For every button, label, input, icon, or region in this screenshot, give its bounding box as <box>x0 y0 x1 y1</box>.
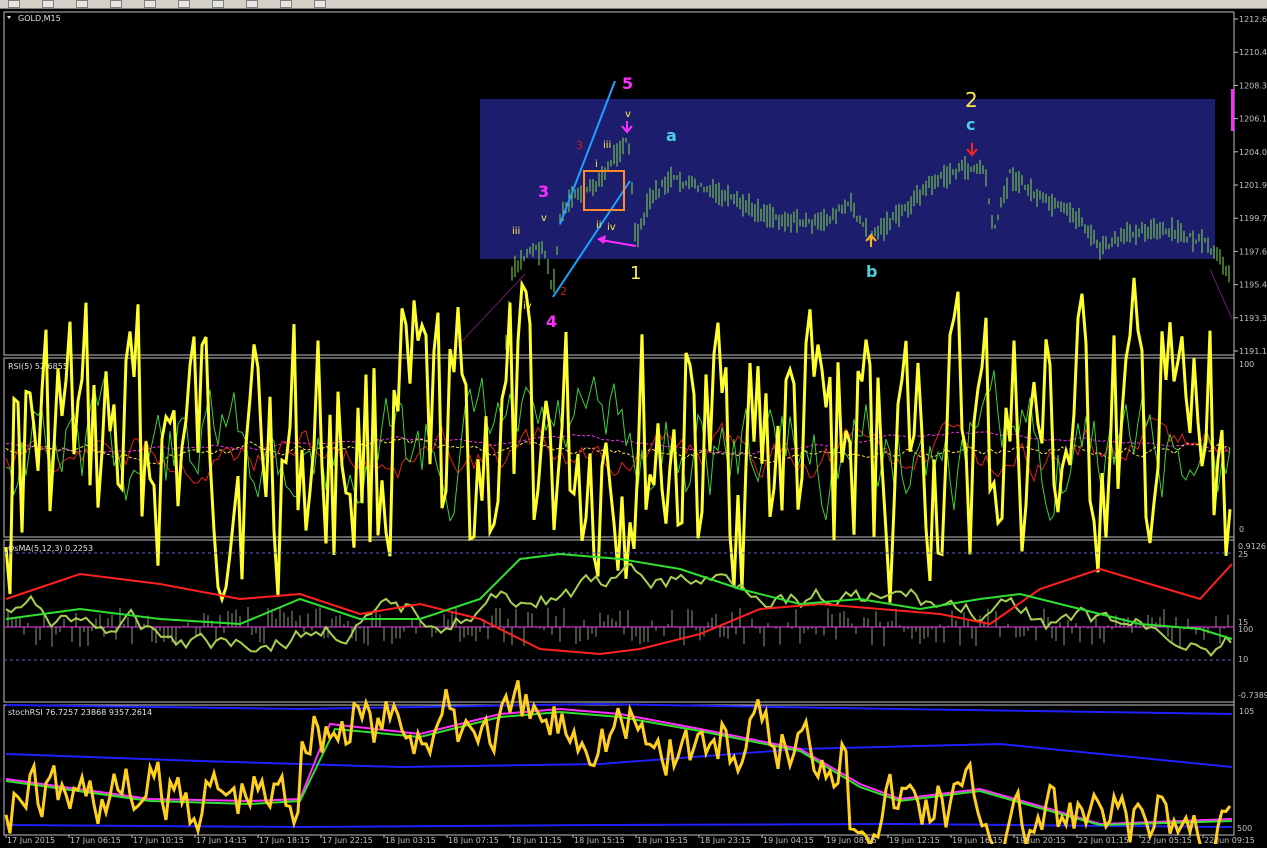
price-tick-label: 1206.1 <box>1239 115 1267 124</box>
subwave-label-ii-b: ii <box>596 220 602 231</box>
price-tick-label: 1197.6 <box>1239 247 1267 256</box>
navigator-icon[interactable] <box>280 0 292 8</box>
time-tick-label: 18 Jun 19:15 <box>637 836 688 844</box>
stochrsi-pane-title: stochRSI 76.7257 23868 9357.2614 <box>8 708 152 717</box>
save-icon[interactable] <box>110 0 122 8</box>
subwave-label-iii-b: iii <box>603 140 611 151</box>
time-tick-label: 18 Jun 03:15 <box>385 836 436 844</box>
stoch-band-mid <box>5 742 1233 769</box>
chart-area[interactable]: GOLD,M15 5 3 4 1 2 a b c 3 2 iii iv v i … <box>0 9 1267 848</box>
time-tick-label: 17 Jun 10:15 <box>133 836 184 844</box>
time-tick-label: 17 Jun 14:15 <box>196 836 247 844</box>
stoch-scale-top: 105 <box>1239 707 1254 716</box>
price-tick-label: 1193.3 <box>1239 314 1267 323</box>
rsi-pane[interactable]: RSI(5) 52.6855 100 0 <box>4 277 1254 604</box>
wave-label-2: 2 <box>965 88 978 112</box>
time-tick-label: 17 Jun 2015 <box>7 836 55 844</box>
wave-label-3: 3 <box>538 182 549 201</box>
rsi-green-ma <box>5 370 1231 523</box>
stoch-scale-bottom: 500 <box>1237 824 1252 833</box>
chart-canvas[interactable]: GOLD,M15 5 3 4 1 2 a b c 3 2 iii iv v i … <box>0 9 1267 848</box>
time-tick-label: 22 Jun 01:15 <box>1078 836 1129 844</box>
price-tick-label: 1210.4 <box>1239 48 1267 57</box>
price-tick-label: 1195.4 <box>1239 281 1267 290</box>
wave-label-4: 4 <box>546 312 557 331</box>
time-tick-label: 19 Jun 12:15 <box>889 836 940 844</box>
rsi-scale-top: 100 <box>1239 360 1254 369</box>
chart-toolbar <box>0 0 1267 9</box>
analysis-box <box>480 99 1215 259</box>
time-tick-label: 19 Jun 04:15 <box>763 836 814 844</box>
time-tick-label: 18 Jun 07:15 <box>448 836 499 844</box>
price-pane[interactable]: GOLD,M15 5 3 4 1 2 a b c 3 2 iii iv v i … <box>7 14 1267 356</box>
time-tick-label: 22 Jun 09:15 <box>1204 836 1255 844</box>
zoom-out-icon[interactable] <box>212 0 224 8</box>
subwave-label-3: 3 <box>576 139 583 152</box>
wave-label-c: c <box>966 115 975 134</box>
osma-signal-line <box>5 562 1232 657</box>
market-watch-icon[interactable] <box>314 0 326 8</box>
price-tick-label: 1212.6 <box>1239 15 1267 24</box>
osma-pane-title: OsMA(5,12,3) 0.2253 <box>8 544 93 553</box>
wave-label-1: 1 <box>630 263 641 284</box>
price-tick-label: 1201.9 <box>1239 181 1267 190</box>
subwave-label-2: 2 <box>560 285 567 298</box>
time-tick-label: 17 Jun 06:15 <box>70 836 121 844</box>
rsi-scale-bottom: 0 <box>1239 525 1244 534</box>
time-tick-label: 19 Jun 08:15 <box>826 836 877 844</box>
subwave-label-v-a: v <box>541 213 547 224</box>
subwave-label-iv-b: iv <box>607 222 616 233</box>
time-tick-label: 18 Jun 11:15 <box>511 836 562 844</box>
rsi-lines <box>4 277 1232 604</box>
price-tick-label: 1191.1 <box>1239 347 1267 356</box>
time-tick-label: 18 Jun 15:15 <box>574 836 625 844</box>
zoom-in-icon[interactable] <box>178 0 190 8</box>
subwave-label-iii-a: iii <box>512 226 520 237</box>
price-tick-label: 1199.7 <box>1239 214 1267 223</box>
time-tick-label: 19 Jun 16:15 <box>952 836 1003 844</box>
price-marker <box>1231 89 1234 131</box>
osma-scale-5: -0.7389 <box>1238 691 1267 700</box>
price-tick-label: 1204.0 <box>1239 148 1267 157</box>
wave-label-b: b <box>866 262 877 281</box>
wave-label-a: a <box>666 126 677 145</box>
open-icon[interactable] <box>76 0 88 8</box>
time-tick-label: 17 Jun 22:15 <box>322 836 373 844</box>
subwave-label-i-b: i <box>595 159 598 170</box>
osma-pane[interactable]: OsMA(5,12,3) 0.2253 0.9126 25 15 100 10 … <box>4 542 1267 700</box>
print-icon[interactable] <box>144 0 156 8</box>
profiles-icon[interactable] <box>42 0 54 8</box>
osma-scale-4: 10 <box>1238 655 1248 664</box>
wave-label-5: 5 <box>622 74 633 93</box>
time-axis: 17 Jun 2015 17 Jun 06:15 17 Jun 10:15 17 Ju… <box>5 835 1255 845</box>
time-tick-label: 17 Jun 18:15 <box>259 836 310 844</box>
price-pane-title: GOLD,M15 <box>18 14 61 23</box>
subwave-label-v-b: v <box>625 109 631 120</box>
stoch-magenta-line <box>5 707 1233 826</box>
add-icon[interactable] <box>246 0 258 8</box>
osma-scale-1: 25 <box>1238 550 1248 559</box>
time-tick-label: 18 Jun 23:15 <box>700 836 751 844</box>
collapse-icon[interactable] <box>7 16 11 19</box>
price-tick-label: 1208.3 <box>1239 81 1267 90</box>
price-axis: 1212.6 1210.4 1208.3 1206.1 1204.0 1201.9 1199… <box>1234 15 1267 356</box>
time-tick-label: 22 Jun 05:15 <box>1141 836 1192 844</box>
new-chart-icon[interactable] <box>8 0 20 8</box>
osma-scale-3: 100 <box>1238 625 1253 634</box>
rsi-slow-signal <box>5 431 1231 455</box>
time-tick-label: 19 Jun 20:15 <box>1015 836 1066 844</box>
